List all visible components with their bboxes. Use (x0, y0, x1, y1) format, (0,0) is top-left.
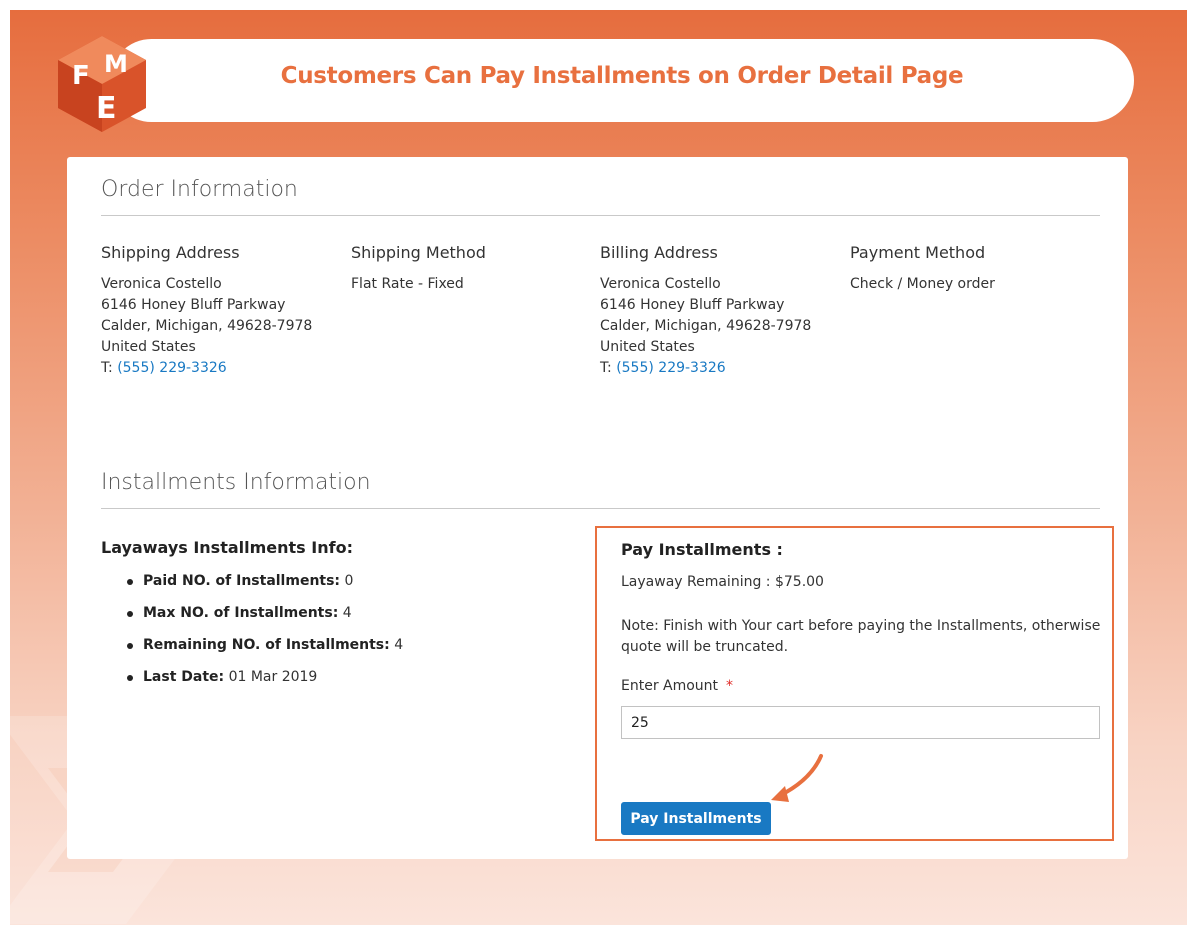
shipping-method-value: Flat Rate - Fixed (351, 276, 464, 292)
item-value: 01 Mar 2019 (228, 669, 318, 685)
item-value: 4 (394, 637, 404, 653)
billing-address-block: Billing Address Veronica Costello 6146 H… (600, 243, 840, 379)
order-detail-card: Order Information Shipping Address Veron… (67, 157, 1128, 859)
logo-letter-f: F (72, 61, 90, 91)
order-info-title: Order Information (101, 177, 298, 202)
shipping-country: United States (101, 339, 196, 355)
installments-divider (101, 508, 1100, 509)
payment-method-value: Check / Money order (850, 276, 995, 292)
shipping-method-block: Shipping Method Flat Rate - Fixed (351, 243, 591, 295)
layaways-heading: Layaways Installments Info: (101, 538, 353, 557)
logo-letter-m: M (104, 50, 128, 78)
item-label: Max NO. of Installments: (143, 605, 339, 621)
pay-installments-button[interactable]: Pay Installments (621, 802, 771, 835)
item-value: 0 (344, 573, 354, 589)
title-banner: Customers Can Pay Installments on Order … (110, 39, 1134, 122)
layaways-list: Paid NO. of Installments: 0 Max NO. of I… (127, 571, 403, 699)
order-info-divider (101, 215, 1100, 216)
page-title: Customers Can Pay Installments on Order … (280, 63, 964, 89)
list-item: Paid NO. of Installments: 0 (127, 571, 403, 603)
shipping-phone-row: T: (555) 229-3326 (101, 358, 341, 379)
shipping-method-heading: Shipping Method (351, 243, 486, 262)
billing-phone-row: T: (555) 229-3326 (600, 358, 840, 379)
shipping-street: 6146 Honey Bluff Parkway (101, 297, 286, 313)
pay-installments-panel: Pay Installments : Layaway Remaining : $… (595, 526, 1114, 841)
shipping-address-heading: Shipping Address (101, 243, 240, 262)
shipping-name: Veronica Costello (101, 276, 222, 292)
pay-installments-heading: Pay Installments : (621, 540, 783, 559)
billing-country: United States (600, 339, 695, 355)
list-item: Last Date: 01 Mar 2019 (127, 667, 403, 699)
pay-note: Note: Finish with Your cart before payin… (621, 618, 1101, 655)
list-item: Max NO. of Installments: 4 (127, 603, 403, 635)
item-label: Last Date: (143, 669, 225, 685)
billing-address-heading: Billing Address (600, 243, 718, 262)
billing-name: Veronica Costello (600, 276, 721, 292)
layaway-remaining: Layaway Remaining : $75.00 (621, 574, 824, 590)
installments-info-title: Installments Information (101, 470, 371, 495)
item-value: 4 (342, 605, 352, 621)
payment-method-heading: Payment Method (850, 243, 986, 262)
amount-input[interactable] (621, 706, 1100, 739)
billing-street: 6146 Honey Bluff Parkway (600, 297, 785, 313)
required-marker: * (726, 678, 734, 694)
amount-label: Enter Amount * (621, 678, 733, 694)
phone-prefix: T: (101, 360, 113, 376)
item-label: Paid NO. of Installments: (143, 573, 341, 589)
amount-label-text: Enter Amount (621, 678, 719, 694)
arrow-pointer-icon (771, 754, 823, 802)
banner-frame: Customers Can Pay Installments on Order … (10, 10, 1187, 925)
payment-method-block: Payment Method Check / Money order (850, 243, 1090, 295)
billing-city: Calder, Michigan, 49628-7978 (600, 318, 812, 334)
billing-phone-link[interactable]: (555) 229-3326 (616, 360, 726, 376)
shipping-address-block: Shipping Address Veronica Costello 6146 … (101, 243, 341, 379)
fme-logo-icon: F M E (58, 36, 146, 132)
shipping-phone-link[interactable]: (555) 229-3326 (117, 360, 227, 376)
phone-prefix: T: (600, 360, 612, 376)
item-label: Remaining NO. of Installments: (143, 637, 390, 653)
shipping-city: Calder, Michigan, 49628-7978 (101, 318, 313, 334)
list-item: Remaining NO. of Installments: 4 (127, 635, 403, 667)
logo-letter-e: E (96, 91, 117, 126)
